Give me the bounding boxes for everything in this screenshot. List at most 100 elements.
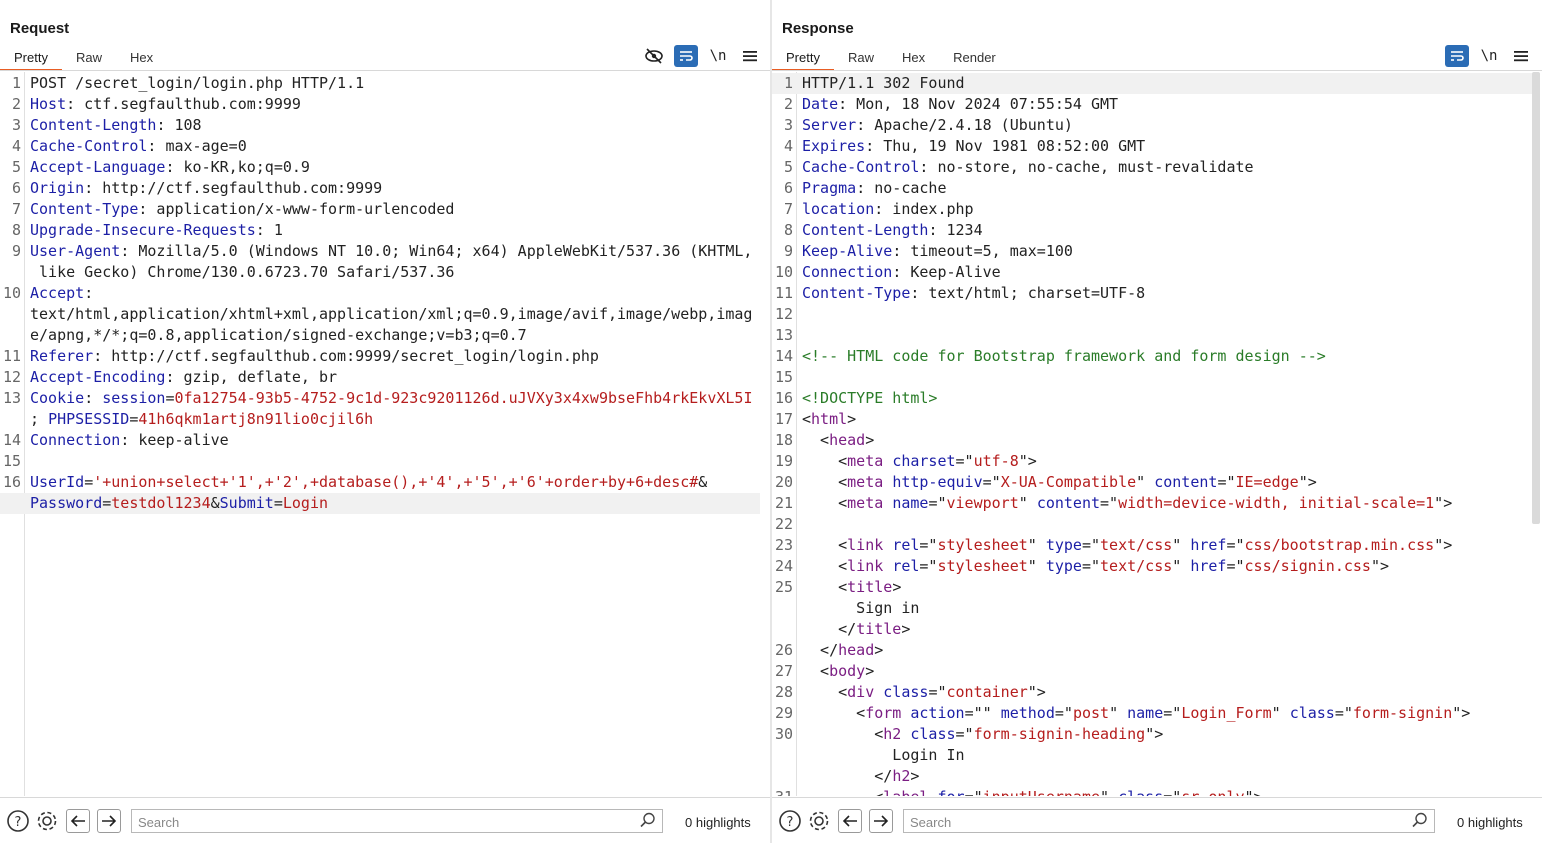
line-number: 1 [783, 74, 793, 92]
response-prev-button[interactable] [838, 809, 862, 833]
line-number: 12 [774, 305, 793, 323]
line-number: 23 [774, 536, 793, 554]
code-token: : 108 [156, 116, 202, 134]
hamburger-menu-icon [1514, 51, 1528, 62]
line-number: 4 [11, 137, 21, 155]
code-token: '+union+select+'1',+'2',+database(),+'4'… [93, 473, 699, 491]
code-token: link [847, 557, 884, 575]
code-token: : 1234 [928, 221, 983, 239]
line-content: Connection: keep-alive [30, 430, 229, 451]
response-settings-button[interactable] [806, 808, 832, 834]
line-number: 19 [774, 452, 793, 470]
line-content: </h2> [802, 766, 919, 787]
code-token: " [1100, 788, 1118, 796]
code-token: location [802, 200, 875, 218]
code-token: content [1036, 494, 1101, 512]
response-tab-render[interactable]: Render [939, 46, 1010, 71]
code-token: Login In [802, 746, 965, 764]
code-token: "> [1245, 788, 1263, 796]
line-number: 26 [774, 641, 793, 659]
search-icon [1412, 812, 1428, 833]
code-token: </ [802, 641, 839, 659]
code-token: =" [1100, 494, 1119, 512]
request-editor[interactable]: 1 POST /secret_login/login.php HTTP/1.1 2 H… [0, 72, 760, 796]
request-code-line: 11 Referer: http://ctf.segfaulthub.com:99… [0, 346, 760, 367]
request-prev-button[interactable] [66, 809, 90, 833]
code-token: =" [1054, 704, 1073, 722]
request-help-button[interactable]: ? [5, 808, 31, 834]
request-code-line: 9 User-Agent: Mozilla/5.0 (Windows NT 10.… [0, 241, 760, 262]
show-newlines-toggle[interactable]: \n [1477, 45, 1501, 67]
response-editor[interactable]: 1 HTTP/1.1 302 Found 2 Date: Mon, 18 Nov 20… [772, 72, 1532, 796]
code-token: <!DOCTYPE html> [802, 389, 938, 407]
response-scrollbar[interactable] [1532, 72, 1540, 524]
code-token: > [892, 578, 902, 596]
response-code-line: 24 <link rel="stylesheet" type="text/css… [772, 556, 1532, 577]
line-number: 9 [783, 242, 793, 260]
response-code-line: 14 <!-- HTML code for Bootstrap framework… [772, 346, 1532, 367]
response-help-button[interactable]: ? [777, 808, 803, 834]
code-token: class [910, 725, 956, 743]
line-number: 24 [774, 557, 793, 575]
code-token: " [1018, 494, 1037, 512]
hamburger-menu-icon [743, 51, 757, 62]
code-token: Cookie [30, 389, 85, 407]
request-tab-hex[interactable]: Hex [116, 46, 167, 71]
request-code-line: Password=testdol1234&Submit=Login [0, 493, 760, 514]
request-next-button[interactable] [97, 809, 121, 833]
show-newlines-toggle[interactable]: \n [706, 45, 730, 67]
code-token: stylesheet [937, 557, 1028, 575]
code-token: Sign in [802, 599, 920, 617]
response-code-line: 31 <label for="inputUsername" class="sr-… [772, 787, 1532, 796]
request-tab-raw[interactable]: Raw [62, 46, 116, 71]
response-tab-hex[interactable]: Hex [888, 46, 939, 71]
line-number: 17 [774, 410, 793, 428]
code-token: =" [1226, 557, 1245, 575]
code-token: = [273, 494, 283, 512]
line-number: 2 [783, 95, 793, 113]
line-content: Content-Length: 1234 [802, 220, 983, 241]
line-content: e/apng,*/*;q=0.8,application/signed-exch… [30, 325, 527, 346]
response-search-input[interactable]: Search [903, 809, 1435, 833]
code-token: Accept-Encoding [30, 368, 166, 386]
code-token: Expires [802, 137, 866, 155]
line-content: <h2 class="form-signin-heading"> [802, 724, 1163, 745]
code-token: for [937, 788, 964, 796]
hide-nonprintable-toggle[interactable] [642, 45, 666, 67]
request-search-input[interactable]: Search [131, 809, 663, 833]
request-tab-pretty[interactable]: Pretty [0, 46, 62, 71]
line-number: 14 [2, 431, 21, 449]
response-next-button[interactable] [869, 809, 893, 833]
code-token: < [802, 431, 830, 449]
response-code-line: </h2> [772, 766, 1532, 787]
help-icon: ? [7, 810, 29, 832]
code-token: : text/html; charset=UTF-8 [910, 284, 1146, 302]
response-code-line: 4 Expires: Thu, 19 Nov 1981 08:52:00 GMT [772, 136, 1532, 157]
request-settings-button[interactable] [34, 808, 60, 834]
code-token: sr-only [1181, 788, 1244, 796]
response-code-line: Login In [772, 745, 1532, 766]
code-token: link [847, 536, 884, 554]
line-number: 12 [2, 368, 21, 386]
response-code-line: 16 <!DOCTYPE html> [772, 388, 1532, 409]
response-tab-pretty[interactable]: Pretty [772, 46, 834, 71]
wrap-lines-toggle[interactable] [674, 45, 698, 67]
response-code-line: 25 <title> [772, 577, 1532, 598]
svg-text:?: ? [787, 815, 794, 830]
wrap-lines-toggle[interactable] [1445, 45, 1469, 67]
line-number: 30 [774, 725, 793, 743]
code-token: Cache-Control [30, 137, 148, 155]
response-menu-button[interactable] [1509, 45, 1533, 67]
request-tabs: Pretty Raw Hex [0, 46, 167, 71]
code-token: =" [928, 494, 947, 512]
code-token: & [698, 473, 708, 491]
code-token: > [847, 410, 857, 428]
request-menu-button[interactable] [738, 45, 762, 67]
code-token: inputUsername [983, 788, 1100, 796]
request-code-line: 16 UserId='+union+select+'1',+'2',+databa… [0, 472, 760, 493]
code-token: < [802, 704, 866, 722]
response-tab-raw[interactable]: Raw [834, 46, 888, 71]
code-token: head [838, 641, 875, 659]
line-content: Referer: http://ctf.segfaulthub.com:9999… [30, 346, 599, 367]
code-token: > [865, 662, 875, 680]
